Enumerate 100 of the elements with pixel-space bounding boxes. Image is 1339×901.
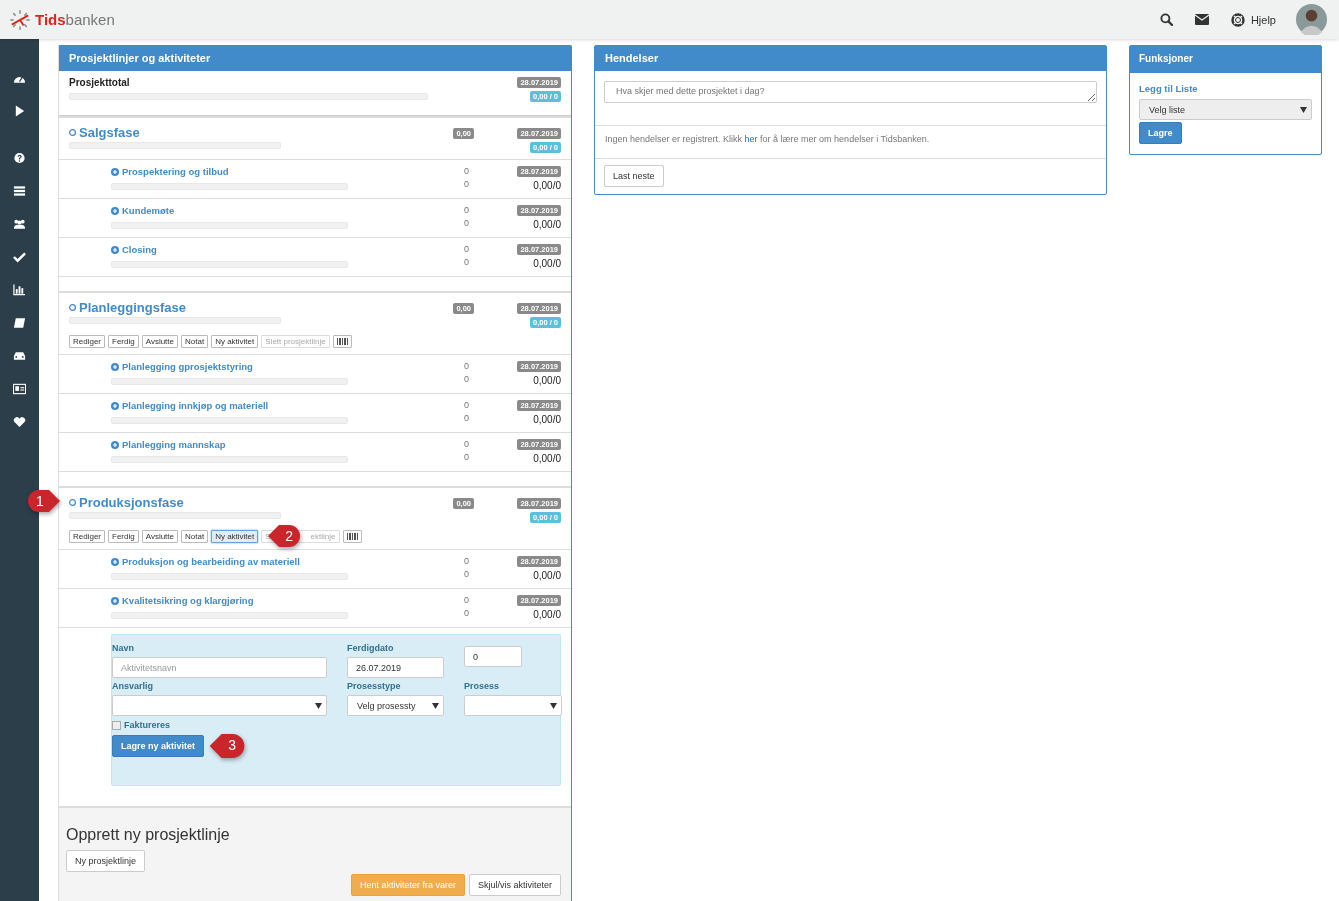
plus-circle-icon xyxy=(111,362,119,371)
action-button[interactable]: Ny aktivitet xyxy=(211,530,259,543)
action-button[interactable]: Rediger xyxy=(69,335,105,348)
activity-link[interactable]: Closing xyxy=(111,244,157,255)
action-button[interactable]: Avslutte xyxy=(141,335,178,348)
name-input[interactable]: Aktivitetsnavn xyxy=(112,657,327,678)
chart-icon[interactable] xyxy=(13,284,26,296)
caret-icon xyxy=(432,702,439,709)
list-icon[interactable] xyxy=(13,185,26,197)
action-button[interactable]: Notat xyxy=(181,335,209,348)
sum-value: 0,00/0 xyxy=(533,570,561,581)
activity-link[interactable]: Planlegging mannskap xyxy=(111,439,226,450)
card-icon[interactable] xyxy=(13,383,26,395)
number-input[interactable]: 0 xyxy=(464,646,522,667)
action-button[interactable]: Ny aktivitet xyxy=(211,335,259,348)
plus-circle-icon xyxy=(111,245,119,254)
panel-title: Funksjoner xyxy=(1139,53,1193,64)
action-button[interactable]: Ferdig xyxy=(108,335,139,348)
activity-link[interactable]: Planlegging innkjøp og materiell xyxy=(111,400,269,411)
phase-link[interactable]: Planleggingsfase xyxy=(69,300,186,315)
caret-icon xyxy=(315,702,322,709)
caret-icon xyxy=(1300,106,1307,113)
action-button[interactable]: Rediger xyxy=(69,530,105,543)
new-line-button[interactable]: Ny prosjektlinje xyxy=(66,850,146,872)
users-icon[interactable] xyxy=(13,218,26,230)
count-value: 0 xyxy=(464,257,469,267)
barcode-icon xyxy=(336,338,348,345)
count-value: 0 xyxy=(464,608,469,618)
car-icon[interactable] xyxy=(13,350,26,362)
count-value: 0 xyxy=(464,374,469,384)
list-select[interactable]: Velg liste xyxy=(1139,99,1312,120)
count-value: 0 xyxy=(464,244,469,254)
load-more-button[interactable]: Last neste xyxy=(604,165,664,187)
save-button[interactable]: Lagre xyxy=(1139,122,1182,144)
barcode-icon xyxy=(346,533,358,540)
phase-link[interactable]: Produksjonsfase xyxy=(69,495,184,510)
plus-circle-icon xyxy=(69,304,76,311)
action-button[interactable]: Ferdig xyxy=(108,530,139,543)
date-input[interactable]: 26.07.2019 xyxy=(347,657,444,678)
sum-value: 0,00/0 xyxy=(533,414,561,425)
count-value: 0 xyxy=(464,595,469,605)
invoice-checkbox[interactable] xyxy=(112,720,121,730)
sum-value: 0,00/0 xyxy=(533,258,561,269)
barcode-button[interactable] xyxy=(342,530,362,543)
question-icon[interactable] xyxy=(13,152,26,164)
activity-link[interactable]: Planlegging gprosjektstyring xyxy=(111,361,253,372)
count-value: 0 xyxy=(464,361,469,371)
plus-circle-icon xyxy=(111,440,119,449)
save-activity-button[interactable]: Lagre ny aktivitet xyxy=(112,735,205,757)
field-label: Prosess xyxy=(464,681,501,691)
book-icon[interactable] xyxy=(13,317,26,329)
count-value: 0 xyxy=(464,166,469,176)
count-value: 0 xyxy=(464,452,469,462)
field-label: Ferdigdato xyxy=(347,643,395,653)
clock-logo-icon xyxy=(9,8,31,31)
activity-link[interactable]: Prospektering og tilbud xyxy=(111,166,229,177)
section-title: Opprett ny prosjektlinje xyxy=(66,826,231,844)
count-value: 0 xyxy=(464,569,469,579)
phase-link[interactable]: Salgsfase xyxy=(69,125,140,140)
count-value: 0 xyxy=(464,218,469,228)
count-value: 0 xyxy=(464,179,469,189)
field-label: Prosesstype xyxy=(347,681,402,691)
check-icon[interactable] xyxy=(13,251,26,263)
count-value: 0 xyxy=(464,400,469,410)
plus-circle-icon xyxy=(111,401,119,410)
plus-circle-icon xyxy=(111,596,119,605)
sum-value: 0,00/0 xyxy=(533,375,561,386)
help-link[interactable]: Hjelp xyxy=(1230,12,1276,27)
caret-icon xyxy=(550,702,557,709)
sum-value: 0,00/0 xyxy=(533,180,561,191)
panel-title: Hendelser xyxy=(605,52,659,64)
sum-value: 0,00/0 xyxy=(533,453,561,464)
brand-name[interactable]: Tidsbanken xyxy=(35,11,115,28)
barcode-button[interactable] xyxy=(332,335,352,348)
event-input[interactable]: Hva skjer med dette prosjektet i dag? xyxy=(604,81,1097,103)
activity-link[interactable]: Kvalitetsikring og klargjøring xyxy=(111,595,254,606)
activity-link[interactable]: Produksjon og bearbeiding av materiell xyxy=(111,556,300,567)
search-icon[interactable] xyxy=(1159,13,1173,26)
field-label: Navn xyxy=(112,643,135,653)
sum-value: 0,00/0 xyxy=(533,609,561,620)
checkbox-label: Faktureres xyxy=(124,720,171,730)
step-marker: 1 xyxy=(27,489,61,513)
mail-icon[interactable] xyxy=(1194,14,1209,25)
add-to-list-link[interactable]: Legg til Liste xyxy=(1139,83,1198,94)
activity-link[interactable]: Kundemøte xyxy=(111,205,175,216)
sum-value: 0,00/0 xyxy=(533,219,561,230)
plus-circle-icon xyxy=(111,167,119,176)
avatar[interactable] xyxy=(1296,4,1327,35)
plus-circle-icon xyxy=(111,206,119,215)
action-button[interactable]: Notat xyxy=(181,530,209,543)
process-type-select[interactable]: Velg prosessty xyxy=(347,695,444,716)
step-marker: 3 xyxy=(208,733,247,759)
action-button[interactable]: Avslutte xyxy=(141,530,178,543)
help-link[interactable]: her xyxy=(744,134,758,144)
toggle-activities-button[interactable]: Skjul/vis aktiviteter xyxy=(468,874,561,896)
panel-title: Prosjektlinjer og aktiviteter xyxy=(69,52,211,64)
empty-message: Ingen hendelser er registrert. Klikk her for å lære mer om hendelser i Tidsbanken. xyxy=(605,134,930,144)
count-value: 0 xyxy=(464,205,469,215)
heart-icon[interactable] xyxy=(13,416,26,428)
play-icon[interactable] xyxy=(13,105,26,117)
